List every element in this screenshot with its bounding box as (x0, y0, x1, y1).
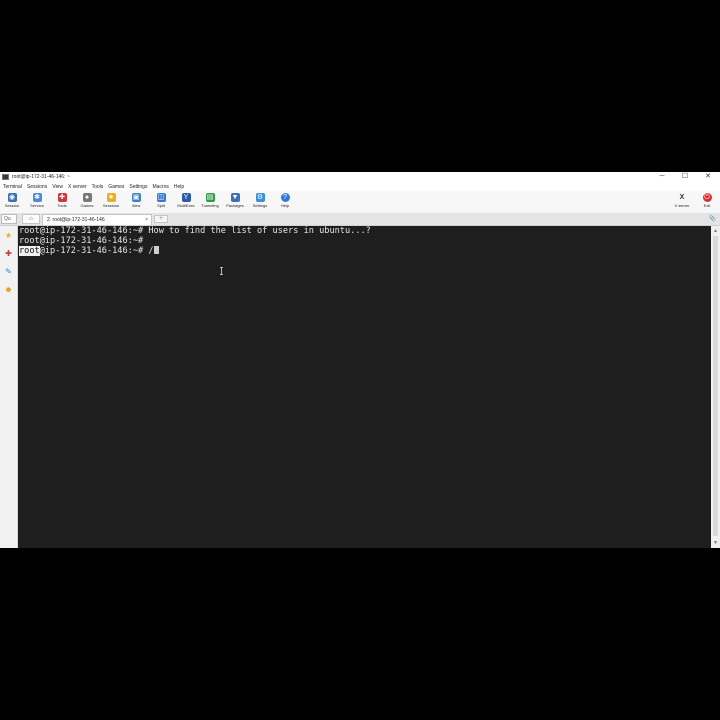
scroll-up-icon[interactable]: ▲ (713, 228, 718, 234)
sidebar-macros-icon[interactable]: ✎ (2, 265, 15, 278)
toolbar: ◉ Session ✱ Servers ✚ Tools ♠ Games ★ Se… (0, 191, 720, 214)
toolbar-label: Exit (703, 203, 711, 208)
sidebar-smiley-icon[interactable]: ☻ (2, 283, 15, 296)
sidebar-tools-icon[interactable]: ✚ (2, 247, 15, 260)
menu-sessions[interactable]: Sessions (27, 184, 47, 190)
tab-terminal-session[interactable]: 2. root@ip-172-31-46-146 × (42, 214, 152, 225)
toolbar-x-server-button[interactable]: X X server (670, 192, 694, 212)
exit-icon: ⏻ (702, 193, 712, 202)
toolbar-label: View (131, 203, 141, 208)
quick-connect-input[interactable]: Qu (1, 214, 17, 224)
star-icon: ★ (106, 193, 116, 202)
minimize-button[interactable]: ─ (652, 172, 672, 182)
toolbar-label: X server (674, 203, 690, 208)
menu-settings[interactable]: Settings (129, 184, 147, 190)
mouse-ibeam-cursor-icon (220, 267, 223, 275)
toolbar-label: Split (157, 203, 165, 208)
toolbar-label: Sessions (102, 203, 120, 208)
toolbar-label: Tunneling (201, 203, 219, 208)
terminal-line: root@ip-172-31-46-146:~# / (19, 246, 159, 256)
menu-help[interactable]: Help (174, 184, 184, 190)
home-tab[interactable]: ⌂ (22, 214, 40, 224)
settings-icon: ⚙ (255, 193, 265, 202)
toolbar-settings-button[interactable]: ⚙ Settings (248, 192, 272, 212)
toolbar-split-button[interactable]: ◫ Split (149, 192, 173, 212)
split-icon: ◫ (156, 193, 166, 202)
tools-icon: ✚ (57, 193, 67, 202)
attach-icon[interactable]: 📎 (709, 215, 716, 222)
menu-bar: Terminal Sessions View X server Tools Ga… (0, 182, 720, 191)
menu-view[interactable]: View (52, 184, 63, 190)
sidebar-sessions-star-icon[interactable]: ★ (2, 229, 15, 242)
session-icon: ◉ (7, 193, 17, 202)
menu-macros[interactable]: Macros (152, 184, 168, 190)
toolbar-label: Packages (226, 203, 244, 208)
toolbar-label: Settings (252, 203, 268, 208)
toolbar-label: Servers (30, 203, 44, 208)
tab-bar: Qu ⌂ 2. root@ip-172-31-46-146 × + 📎 (0, 213, 720, 226)
tunneling-icon: ▤ (205, 193, 215, 202)
toolbar-session-button[interactable]: ◉ Session (0, 192, 24, 212)
toolbar-help-button[interactable]: ? Help (273, 192, 297, 212)
terminal-prompt: root@ip-172-31-46-146:~# (19, 236, 149, 246)
terminal-line: root@ip-172-31-46-146:~# How to find the… (19, 227, 371, 236)
toolbar-tools-button[interactable]: ✚ Tools (50, 192, 74, 212)
app-icon (2, 174, 9, 180)
view-icon: ▣ (131, 193, 141, 202)
text-cursor (153, 246, 159, 254)
terminal-command: How to find the list of users in ubuntu.… (148, 226, 371, 236)
servers-icon: ✱ (32, 193, 42, 202)
toolbar-servers-button[interactable]: ✱ Servers (25, 192, 49, 212)
toolbar-label: Session (4, 203, 20, 208)
scroll-down-icon[interactable]: ▼ (713, 540, 718, 546)
toolbar-multiexec-button[interactable]: Y MultiExec (174, 192, 198, 212)
terminal-area[interactable]: root@ip-172-31-46-146:~# How to find the… (18, 226, 711, 548)
toolbar-exit-button[interactable]: ⏻ Exit (695, 192, 719, 212)
left-sidebar: ★ ✚ ✎ ☻ (0, 226, 18, 548)
toolbar-label: Games (80, 203, 94, 208)
toolbar-sessions-button[interactable]: ★ Sessions (99, 192, 123, 212)
menu-x-server[interactable]: X server (68, 184, 87, 190)
toolbar-packages-button[interactable]: ▼ Packages (223, 192, 247, 212)
window-title: root@ip-172-31-46-146: ~ (12, 174, 70, 180)
terminal-prompt: root@ip-172-31-46-146:~# (19, 226, 149, 236)
close-button[interactable]: ✕ (698, 172, 718, 182)
scroll-thumb[interactable] (713, 236, 718, 536)
toolbar-label: MultiExec (177, 203, 195, 208)
packages-icon: ▼ (230, 193, 240, 202)
maximize-button[interactable]: ☐ (675, 172, 695, 182)
toolbar-view-button[interactable]: ▣ View (124, 192, 148, 212)
x-server-icon: X (679, 194, 685, 201)
terminal-prompt: @ip-172-31-46-146:~# (39, 246, 149, 256)
title-bar: root@ip-172-31-46-146: ~ ─ ☐ ✕ (0, 172, 720, 182)
menu-games[interactable]: Games (108, 184, 124, 190)
toolbar-tunneling-button[interactable]: ▤ Tunneling (198, 192, 222, 212)
toolbar-label: Tools (57, 203, 67, 208)
games-icon: ♠ (82, 193, 92, 202)
terminal-line: root@ip-172-31-46-146:~# (19, 237, 148, 246)
toolbar-games-button[interactable]: ♠ Games (75, 192, 99, 212)
help-icon: ? (280, 193, 290, 202)
new-tab-button[interactable]: + (154, 215, 168, 223)
home-icon: ⌂ (29, 216, 33, 222)
multiexec-icon: Y (181, 193, 191, 202)
menu-terminal[interactable]: Terminal (3, 184, 22, 190)
menu-tools[interactable]: Tools (92, 184, 104, 190)
terminal-scrollbar[interactable]: ▲ ▼ (711, 226, 720, 548)
toolbar-label: Help (280, 203, 290, 208)
tab-close-icon[interactable]: × (145, 215, 148, 225)
selected-text: root (19, 246, 40, 256)
mobaxterm-window: root@ip-172-31-46-146: ~ ─ ☐ ✕ Terminal … (0, 172, 720, 548)
tab-label: 2. root@ip-172-31-46-146 (47, 217, 105, 223)
